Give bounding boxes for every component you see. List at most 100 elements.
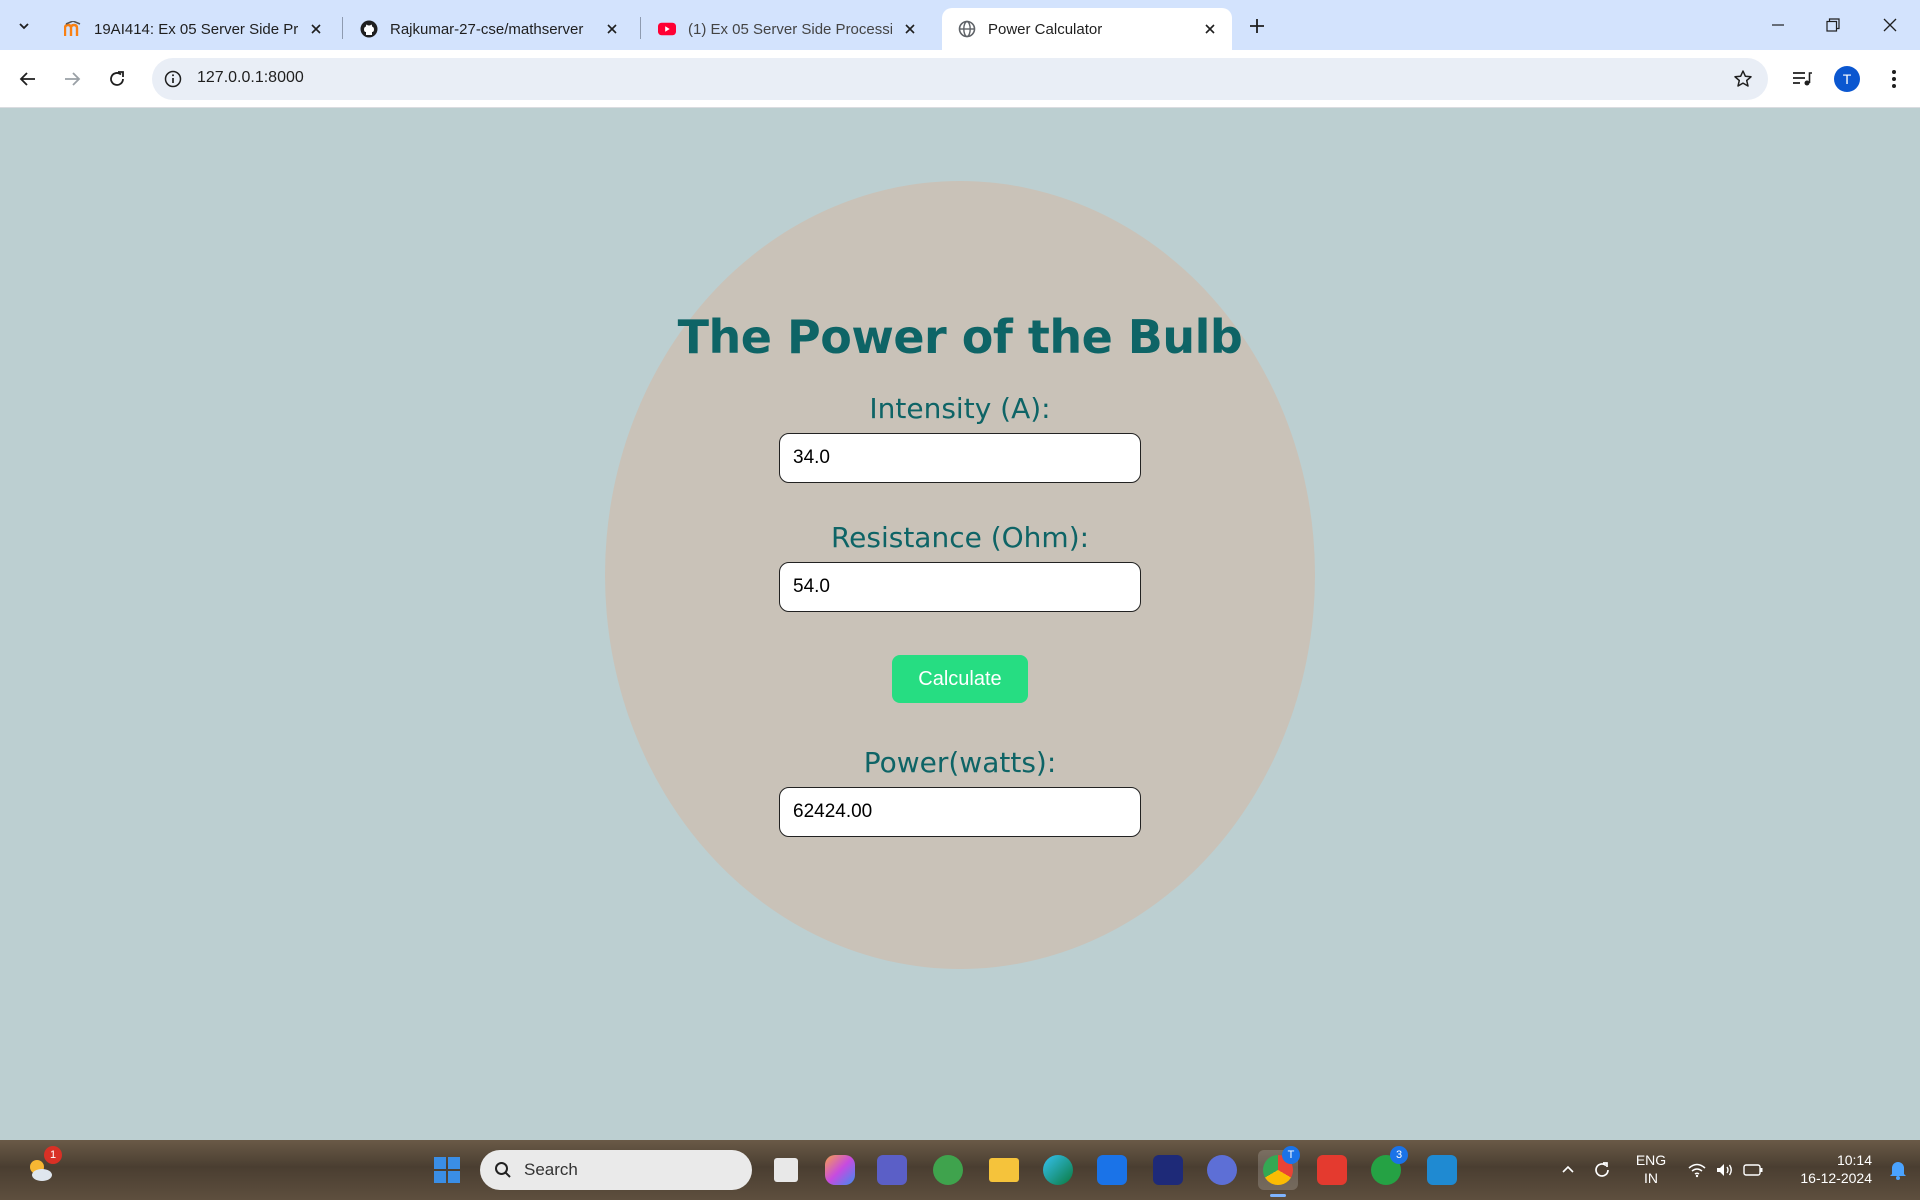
more-vert-icon (1892, 70, 1896, 88)
taskbar-search[interactable]: Search (480, 1150, 752, 1190)
notifications-button[interactable] (1878, 1150, 1918, 1190)
recycle-app[interactable] (928, 1150, 968, 1190)
sync-icon (1595, 1162, 1609, 1177)
file-explorer-app[interactable] (984, 1150, 1024, 1190)
store-icon (1097, 1155, 1127, 1185)
bell-icon (1890, 1162, 1906, 1180)
tab-divider (640, 17, 641, 39)
forward-button[interactable] (56, 63, 88, 95)
resistance-input[interactable] (779, 562, 1141, 612)
window-close-button[interactable] (1870, 8, 1910, 42)
search-placeholder: Search (524, 1160, 578, 1179)
page-viewport: The Power of the Bulb Intensity (A): Res… (0, 108, 1920, 1140)
intensity-input[interactable] (779, 433, 1141, 483)
store-app[interactable] (1092, 1150, 1132, 1190)
address-bar[interactable]: 127.0.0.1:8000 (152, 58, 1768, 100)
calculate-button[interactable]: Calculate (892, 655, 1028, 703)
globe-icon (958, 20, 976, 38)
active-app-indicator (1270, 1194, 1286, 1197)
clock[interactable]: 10:14 16-12-2024 (1780, 1151, 1872, 1187)
region-code: IN (1644, 1170, 1658, 1186)
chrome-app[interactable]: T (1258, 1146, 1300, 1190)
whatsapp-app[interactable]: 3 (1366, 1146, 1408, 1190)
youtube-icon (658, 20, 676, 38)
folder-icon (989, 1158, 1019, 1182)
arrow-right-icon (65, 72, 81, 86)
tab-moodle[interactable]: 19AI414: Ex 05 Server Side Proc (48, 8, 338, 50)
close-icon[interactable] (602, 19, 622, 39)
chevron-down-icon (19, 23, 29, 30)
search-icon (495, 1162, 511, 1178)
vscode-icon (1427, 1155, 1457, 1185)
notification-badge: 1 (44, 1146, 62, 1164)
close-icon[interactable] (306, 19, 326, 39)
menu-button[interactable] (1878, 63, 1910, 95)
tab-title: 19AI414: Ex 05 Server Side Proc (94, 20, 298, 38)
close-icon[interactable] (900, 19, 920, 39)
copilot-app[interactable] (820, 1150, 860, 1190)
battery-icon (1743, 1164, 1763, 1176)
power-output[interactable] (779, 787, 1141, 837)
restore-button[interactable] (1813, 8, 1853, 42)
tab-title: (1) Ex 05 Server Side Processing (688, 20, 892, 38)
task-view-button[interactable] (766, 1150, 806, 1190)
browser-toolbar: 127.0.0.1:8000 T (0, 50, 1920, 108)
wps-office-app[interactable] (1312, 1150, 1352, 1190)
windows-icon (434, 1157, 460, 1183)
tab-youtube[interactable]: (1) Ex 05 Server Side Processing (642, 8, 932, 50)
close-icon[interactable] (1200, 19, 1220, 39)
wps-icon (1317, 1155, 1347, 1185)
browser-tab-strip: 19AI414: Ex 05 Server Side Proc Rajkumar… (0, 0, 1920, 50)
weather-widget[interactable]: 1 (20, 1146, 62, 1190)
bookmark-star-icon[interactable] (1732, 68, 1754, 90)
tab-divider (342, 17, 343, 39)
teams-icon (877, 1155, 907, 1185)
language-code: ENG (1635, 1152, 1667, 1168)
profile-badge: T (1282, 1146, 1300, 1164)
plus-icon (1250, 19, 1264, 33)
tab-power-calculator[interactable]: Power Calculator (942, 8, 1232, 50)
edge-icon (1043, 1155, 1073, 1185)
sync-tray-button[interactable] (1582, 1150, 1622, 1190)
profile-button[interactable]: T (1831, 63, 1863, 95)
network-volume-battery[interactable] (1680, 1150, 1770, 1190)
recycle-icon (933, 1155, 963, 1185)
volume-icon (1717, 1164, 1732, 1176)
arrow-left-icon (19, 72, 35, 86)
wifi-icon (1688, 1163, 1706, 1178)
windows-taskbar: 1 Search T 3 ENG IN 10:14 16-12-2024 (0, 1140, 1920, 1200)
page-title: The Power of the Bulb (677, 310, 1243, 364)
copilot-icon (825, 1155, 855, 1185)
site-info-icon[interactable] (162, 68, 184, 90)
notification-badge: 3 (1390, 1146, 1408, 1164)
avatar: T (1834, 66, 1860, 92)
chevron-up-icon (1562, 1165, 1574, 1173)
tab-github[interactable]: Rajkumar-27-cse/mathserver (344, 8, 634, 50)
clock-date: 16-12-2024 (1800, 1170, 1872, 1186)
close-icon (1883, 18, 1897, 32)
reload-button[interactable] (101, 63, 133, 95)
tab-title: Rajkumar-27-cse/mathserver (390, 20, 584, 38)
vpn-app[interactable] (1202, 1150, 1242, 1190)
restore-icon (1826, 18, 1840, 32)
lunacy-app[interactable] (1148, 1150, 1188, 1190)
tab-search-button[interactable] (10, 12, 38, 40)
github-icon (360, 20, 378, 38)
reload-icon (110, 71, 124, 86)
power-label: Power(watts): (863, 746, 1057, 779)
task-view-icon (774, 1158, 798, 1182)
teams-app[interactable] (872, 1150, 912, 1190)
url-text[interactable]: 127.0.0.1:8000 (197, 69, 304, 87)
minimize-button[interactable] (1758, 8, 1798, 42)
moodle-icon (64, 20, 82, 38)
back-button[interactable] (12, 63, 44, 95)
l-app-icon (1153, 1155, 1183, 1185)
vscode-app[interactable] (1422, 1150, 1462, 1190)
tab-title: Power Calculator (988, 20, 1103, 38)
clock-time: 10:14 (1836, 1152, 1872, 1168)
start-button[interactable] (427, 1150, 467, 1190)
language-indicator[interactable]: ENG IN (1626, 1151, 1676, 1187)
edge-app[interactable] (1038, 1150, 1078, 1190)
new-tab-button[interactable] (1243, 12, 1271, 40)
media-control-button[interactable] (1786, 63, 1818, 95)
